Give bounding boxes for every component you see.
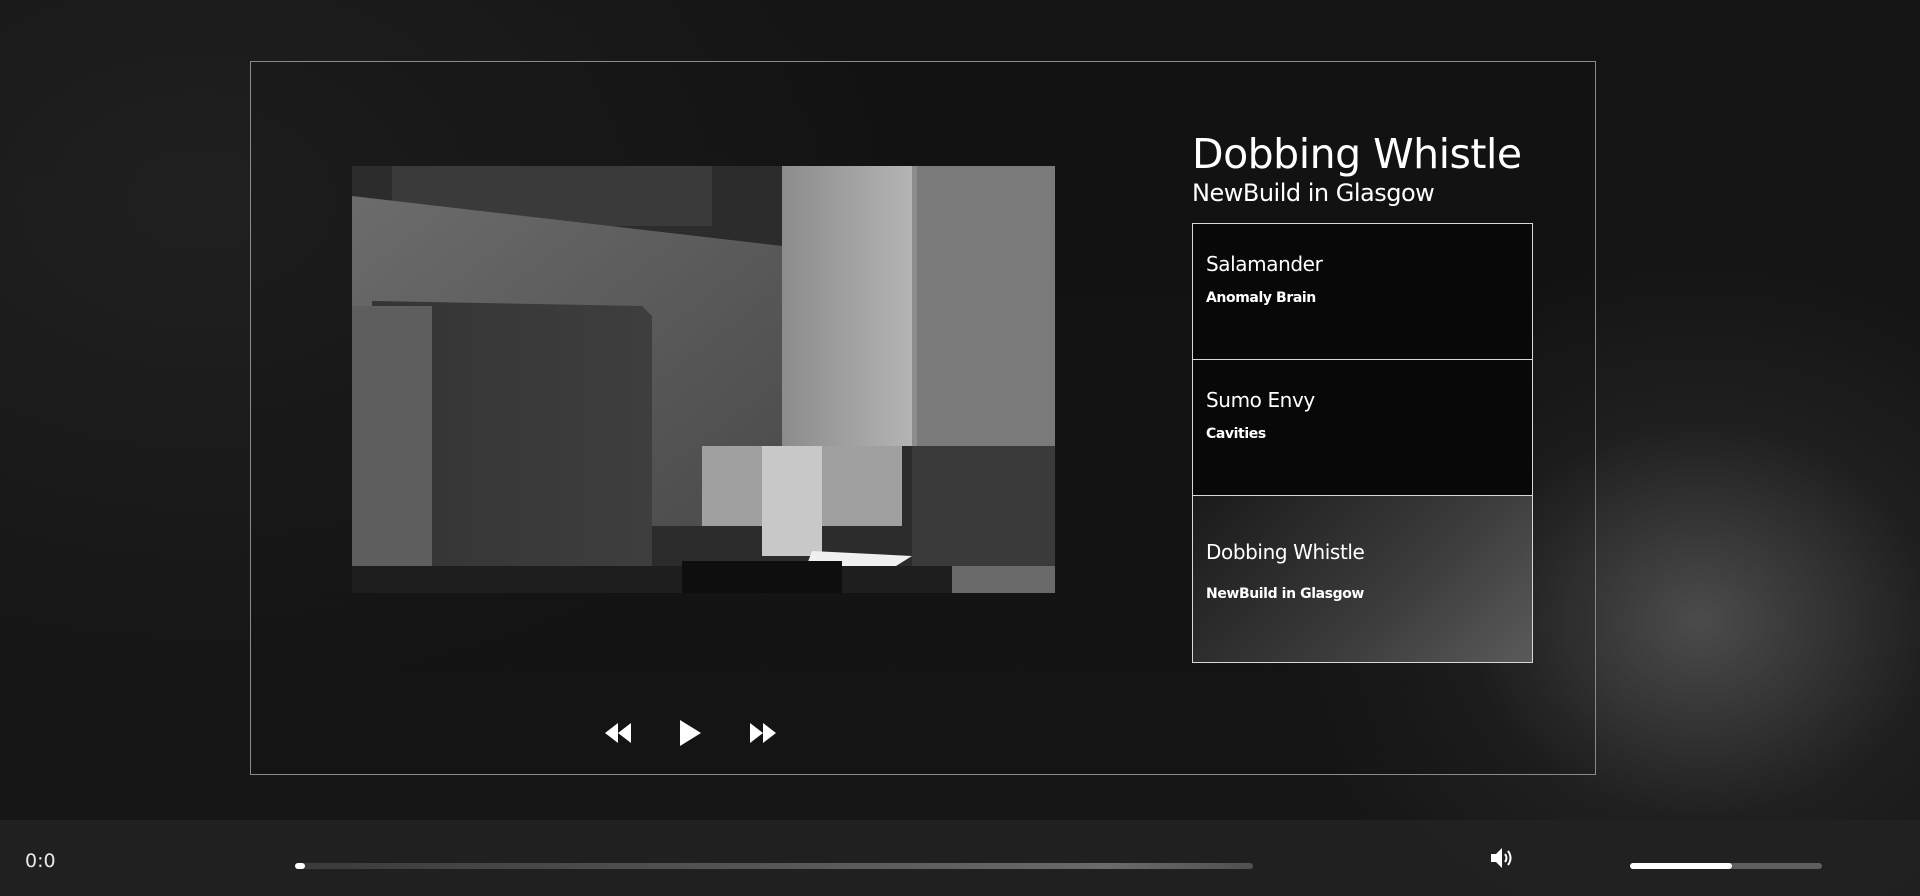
rewind-icon — [605, 723, 631, 743]
volume-slider[interactable] — [1630, 863, 1822, 869]
current-time: 0:0 — [25, 850, 56, 872]
play-button[interactable] — [672, 712, 708, 754]
playback-controls — [600, 712, 780, 754]
playlist-item[interactable]: Salamander Anomaly Brain — [1192, 223, 1533, 360]
now-playing-title: Dobbing Whistle — [1192, 130, 1522, 178]
playlist-item[interactable]: Sumo Envy Cavities — [1192, 359, 1533, 496]
album-artwork — [352, 166, 1055, 593]
playlist-item-active[interactable]: Dobbing Whistle NewBuild in Glasgow — [1192, 495, 1533, 663]
previous-button[interactable] — [600, 712, 636, 754]
now-playing-artist: NewBuild in Glasgow — [1192, 179, 1435, 207]
track-artist: Cavities — [1206, 426, 1266, 442]
bottom-bar: 0:0 — [0, 820, 1920, 896]
next-button[interactable] — [745, 712, 781, 754]
now-playing-info: Dobbing Whistle NewBuild in Glasgow — [1192, 130, 1532, 218]
volume-button[interactable] — [1488, 844, 1516, 872]
progress-bar[interactable] — [295, 863, 1253, 869]
progress-fill — [295, 863, 305, 869]
track-name: Salamander — [1206, 252, 1323, 276]
fast-forward-icon — [750, 723, 776, 743]
playlist: Salamander Anomaly Brain Sumo Envy Cavit… — [1192, 223, 1533, 663]
track-name: Dobbing Whistle — [1206, 540, 1365, 564]
speaker-icon — [1491, 848, 1512, 868]
track-name: Sumo Envy — [1206, 388, 1315, 412]
track-artist: Anomaly Brain — [1206, 290, 1316, 306]
track-artist: NewBuild in Glasgow — [1206, 586, 1364, 602]
play-icon — [680, 720, 701, 746]
volume-fill — [1630, 863, 1732, 869]
